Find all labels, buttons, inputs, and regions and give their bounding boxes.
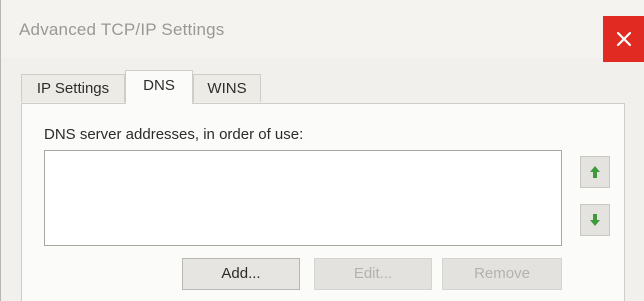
dns-server-listbox[interactable] xyxy=(44,150,562,246)
advanced-tcpip-settings-dialog: Advanced TCP/IP Settings IP Settings DNS… xyxy=(0,0,644,301)
arrow-down-icon xyxy=(590,214,600,226)
arrow-up-icon xyxy=(590,166,600,178)
close-icon xyxy=(616,31,632,47)
edit-button[interactable]: Edit... xyxy=(314,258,432,290)
close-button[interactable] xyxy=(603,16,644,62)
tab-wins[interactable]: WINS xyxy=(193,74,261,102)
remove-button[interactable]: Remove xyxy=(442,258,562,290)
move-down-button[interactable] xyxy=(580,204,610,236)
dns-server-list-label: DNS server addresses, in order of use: xyxy=(44,126,304,143)
move-up-button[interactable] xyxy=(580,156,610,188)
title-bar: Advanced TCP/IP Settings xyxy=(1,0,644,62)
tab-dns[interactable]: DNS xyxy=(125,70,193,104)
tab-ip-settings[interactable]: IP Settings xyxy=(21,74,125,102)
dns-tab-panel: DNS server addresses, in order of use: A… xyxy=(21,103,625,301)
add-button[interactable]: Add... xyxy=(182,258,300,290)
window-title: Advanced TCP/IP Settings xyxy=(19,20,225,39)
